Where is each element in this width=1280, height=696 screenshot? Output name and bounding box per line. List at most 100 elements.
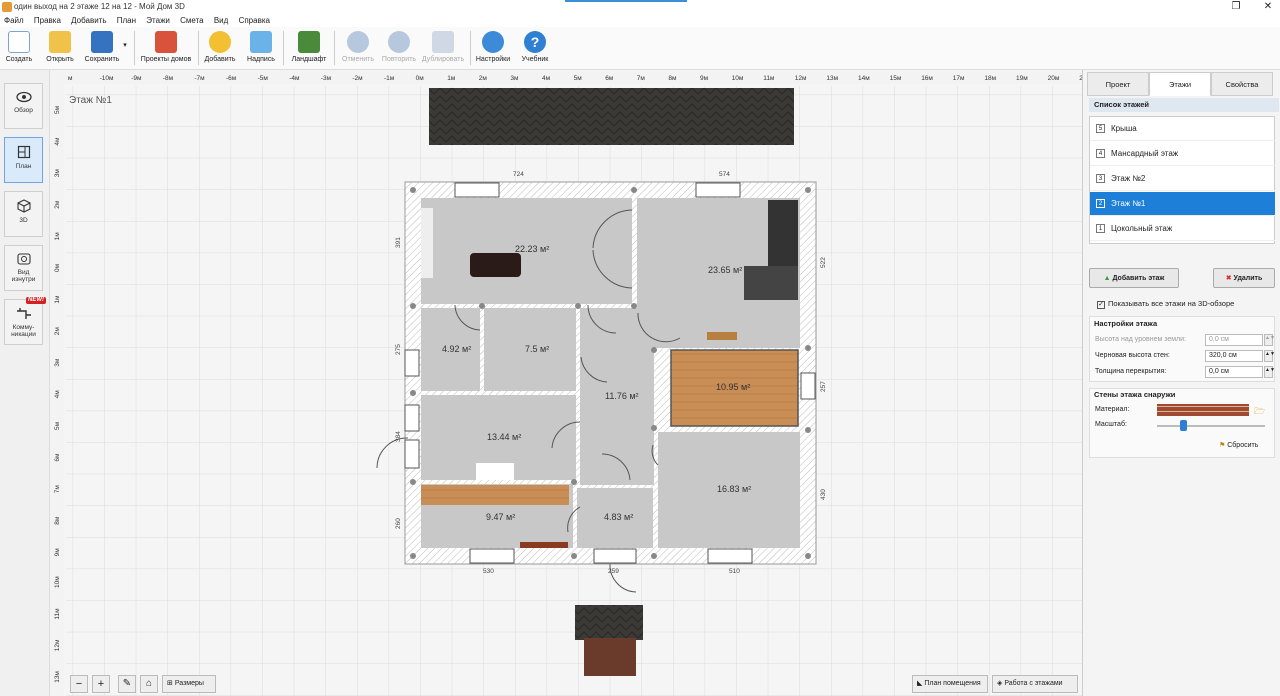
ruler-tick-label: 18м <box>984 75 996 82</box>
ruler-tick-label: 1м <box>54 295 61 304</box>
restore-button[interactable]: ❐ <box>1226 1 1246 12</box>
stove[interactable] <box>476 463 514 480</box>
menu-help[interactable]: Справка <box>239 16 270 25</box>
add-button[interactable]: Добавить <box>203 29 237 63</box>
table[interactable] <box>470 253 521 277</box>
home-view-button[interactable]: ⌂ <box>140 675 158 693</box>
sofa-corner[interactable] <box>744 266 798 300</box>
slab-spinner[interactable]: ▲▼ <box>1264 366 1275 378</box>
ruler-tick-label: 5м <box>574 75 583 82</box>
eye-icon <box>15 91 32 103</box>
plan-canvas[interactable]: м -10м -9м -8м -7м -6м -5м -4м -3м -2м -1м 0м 1м 2м 3м… <box>50 70 1082 696</box>
ruler-tool-button[interactable]: ✎ <box>118 675 136 693</box>
tutorial-button[interactable]: ? Учебник <box>518 29 552 63</box>
plan-svg: м -10м -9м -8м -7м -6м -5м -4м -3м -2м -1м 0м 1м 2м 3м… <box>50 70 1082 696</box>
menu-edit[interactable]: Правка <box>34 16 61 25</box>
tab-floors[interactable]: Этажи <box>1149 72 1211 96</box>
svg-text:522: 522 <box>820 257 827 268</box>
floor-item[interactable]: 3 Этаж №2 <box>1090 167 1275 191</box>
label-button[interactable]: Надпись <box>245 29 277 63</box>
menu-view[interactable]: Вид <box>214 16 228 25</box>
new-badge: NEW! <box>26 297 46 304</box>
height-field[interactable]: 0,0 см <box>1205 334 1263 346</box>
svg-text:257: 257 <box>820 381 827 392</box>
menu-bar: Файл Правка Добавить План Этажи Смета Ви… <box>0 14 1280 27</box>
floor-item[interactable]: 5 Крыша <box>1090 117 1275 141</box>
duplicate-icon <box>432 31 454 53</box>
landscape-button[interactable]: Ландшафт <box>290 29 328 63</box>
save-button[interactable]: Сохранить <box>83 29 121 63</box>
roof-top <box>429 88 794 145</box>
redo-button[interactable]: Повторить <box>380 29 418 63</box>
room-area-label: 7.5 м² <box>525 344 549 354</box>
svg-text:275: 275 <box>395 344 402 355</box>
room-area-label: 16.83 м² <box>717 484 751 494</box>
height-spinner[interactable]: ▲▼ <box>1264 334 1275 346</box>
duplicate-button[interactable]: Дублировать <box>420 29 466 63</box>
svg-text:384: 384 <box>395 431 402 442</box>
room-area-label: 4.83 м² <box>604 512 633 522</box>
folder-icon <box>49 31 71 53</box>
ruler-tick-label: 17м <box>953 75 965 82</box>
reset-button[interactable]: ⚑ Сбросить <box>1219 441 1258 449</box>
dimensions-toggle[interactable]: ⊞ Размеры <box>162 675 216 693</box>
tab-project[interactable]: Проект <box>1087 72 1149 96</box>
room-area-label: 13.44 м² <box>487 432 521 442</box>
overview-button[interactable]: Обзор <box>4 83 43 129</box>
menu-add[interactable]: Добавить <box>71 16 106 25</box>
room-area-label: 9.47 м² <box>486 512 515 522</box>
title-accent <box>565 0 687 2</box>
cabinet[interactable] <box>421 208 433 278</box>
desk[interactable] <box>421 485 569 505</box>
scale-slider-thumb[interactable] <box>1180 420 1187 431</box>
house-projects-button[interactable]: Проекты домов <box>139 29 193 63</box>
plan-button[interactable]: План <box>4 137 43 183</box>
floor-item[interactable]: 4 Мансардный этаж <box>1090 142 1275 166</box>
ruler-tick-label: 7м <box>637 75 646 82</box>
toolbar-separator <box>198 31 199 65</box>
room-plan-button[interactable]: ◣ План помещения <box>912 675 988 693</box>
floor-item[interactable]: 1 Цокольный этаж <box>1090 217 1275 241</box>
menu-file[interactable]: Файл <box>4 16 24 25</box>
undo-button[interactable]: Отменить <box>339 29 377 63</box>
room-area-label: 10.95 м² <box>716 382 750 392</box>
tab-properties[interactable]: Свойства <box>1211 72 1273 96</box>
menu-estimate[interactable]: Смета <box>180 16 203 25</box>
gear-icon <box>482 31 504 53</box>
delete-floor-button[interactable]: ✖ Удалить <box>1213 268 1275 288</box>
ruler-tick-label: 5м <box>54 421 61 430</box>
porch-base <box>584 638 636 676</box>
show-all-floors-checkbox[interactable]: ✓ Показывать все этажи на 3D-обзоре <box>1097 299 1234 309</box>
communications-button[interactable]: NEW! Комму-никации <box>4 297 46 345</box>
floor-list-title: Список этажей <box>1089 98 1279 112</box>
zoom-out-button[interactable]: − <box>70 675 88 693</box>
outer-walls-title: Стены этажа снаружи <box>1094 390 1176 399</box>
folder-icon[interactable]: 🗁 <box>1254 404 1265 420</box>
brick-material-swatch[interactable] <box>1157 404 1249 416</box>
menu-plan[interactable]: План <box>117 16 136 25</box>
settings-button[interactable]: Настройки <box>474 29 512 63</box>
wall-height-spinner[interactable]: ▲▼ <box>1264 350 1275 362</box>
ruler-tick-label: 10м <box>54 576 61 588</box>
wall-height-field[interactable]: 320,0 см <box>1205 350 1263 362</box>
zoom-in-button[interactable]: + <box>92 675 110 693</box>
floors-work-button[interactable]: ◈ Работа с этажами <box>992 675 1078 693</box>
slab-field[interactable]: 0,0 см <box>1205 366 1263 378</box>
open-button[interactable]: Открыть <box>44 29 76 63</box>
scale-label: Масштаб: <box>1095 421 1127 428</box>
floor-item-selected[interactable]: 2 Этаж №1 <box>1090 192 1275 216</box>
menu-floors[interactable]: Этажи <box>146 16 170 25</box>
ruler-tick-label: 3м <box>510 75 519 82</box>
svg-text:530: 530 <box>483 568 494 575</box>
properties-panel: Проект Этажи Свойства Список этажей 5 Кры… <box>1082 70 1280 696</box>
inside-view-button[interactable]: Вид изнутри <box>4 245 43 291</box>
delete-icon: ✖ <box>1225 275 1234 282</box>
3d-button[interactable]: 3D <box>4 191 43 237</box>
save-dropdown-arrow[interactable]: ▾ <box>121 41 129 49</box>
inside-view-icon <box>16 253 31 265</box>
scale-slider-track[interactable] <box>1157 425 1265 427</box>
create-button[interactable]: Создать <box>4 29 34 63</box>
add-floor-button[interactable]: ▲ Добавить этаж <box>1089 268 1179 288</box>
shelf[interactable] <box>707 332 737 340</box>
close-button[interactable]: ✕ <box>1258 1 1278 12</box>
